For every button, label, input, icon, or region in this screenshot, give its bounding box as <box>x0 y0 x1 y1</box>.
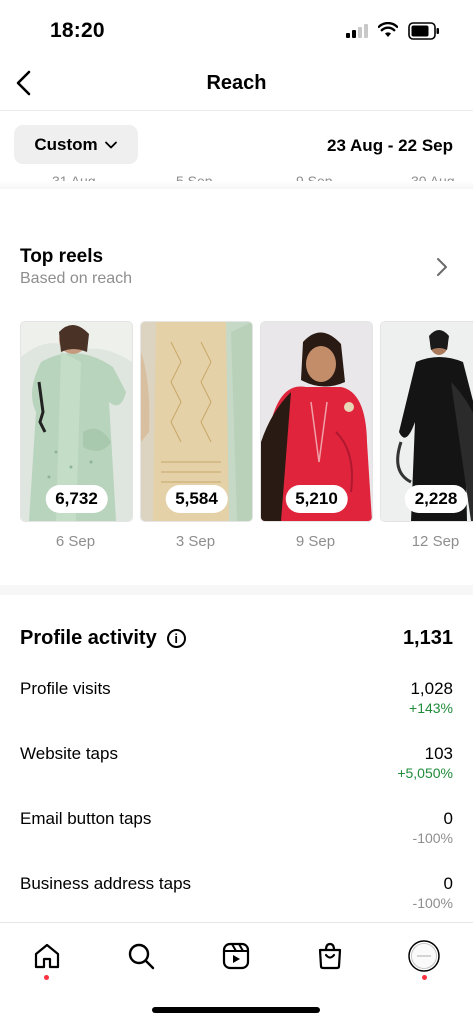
reel-reach-count: 5,210 <box>285 485 348 513</box>
metric-change: -100% <box>412 895 453 911</box>
top-reels-subtitle: Based on reach <box>20 270 133 287</box>
reels-icon <box>222 942 250 970</box>
metric-value: 0 <box>443 809 453 828</box>
metric-change: -100% <box>412 830 453 846</box>
date-filter-dropdown[interactable]: Custom <box>14 125 138 164</box>
date-range-text: 23 Aug - 22 Sep <box>327 136 453 155</box>
metric-value: 103 <box>424 744 453 763</box>
reel-date: 9 Sep <box>295 533 336 550</box>
reel-thumbnail[interactable]: 6,732 <box>20 321 133 522</box>
notification-dot <box>422 975 427 980</box>
nav-profile[interactable] <box>404 939 444 973</box>
profile-activity-total: 1,131 <box>402 627 453 649</box>
metric-change: +143% <box>409 700 453 716</box>
metric-label: Website taps <box>20 744 118 763</box>
info-icon[interactable]: i <box>166 629 186 648</box>
scroll-shadow <box>0 181 473 189</box>
status-time: 18:20 <box>50 19 105 42</box>
chevron-down-icon <box>104 141 117 148</box>
nav-home[interactable] <box>27 939 67 973</box>
profile-avatar <box>408 940 440 972</box>
header-divider <box>0 110 473 111</box>
reel-reach-count: 6,732 <box>45 485 108 513</box>
notification-dot <box>44 975 49 980</box>
metric-value: 0 <box>443 874 453 893</box>
wifi-icon <box>378 22 398 37</box>
search-icon <box>128 943 155 970</box>
top-reels-title: Top reels <box>20 246 104 267</box>
reel-thumbnail[interactable]: 2,228 <box>380 321 473 522</box>
cellular-signal-icon <box>346 24 368 38</box>
reel-reach-count: 2,228 <box>404 485 468 513</box>
section-separator <box>0 585 473 595</box>
nav-search[interactable] <box>121 939 161 973</box>
reel-date: 12 Sep <box>411 533 460 550</box>
metric-label: Profile visits <box>20 679 111 698</box>
home-indicator <box>152 1007 320 1013</box>
profile-activity-title: Profile activity <box>20 627 157 649</box>
battery-icon <box>408 22 439 40</box>
page-title: Reach <box>206 72 267 94</box>
metric-change: +5,050% <box>397 765 453 781</box>
reel-reach-count: 5,584 <box>165 485 228 513</box>
reel-thumbnail[interactable]: 5,584 <box>140 321 253 522</box>
home-icon <box>34 943 60 969</box>
reel-date: 3 Sep <box>175 533 216 550</box>
metric-value: 1,028 <box>410 679 453 698</box>
date-filter-label: Custom <box>34 134 98 154</box>
reel-date: 6 Sep <box>55 533 96 550</box>
nav-reels[interactable] <box>216 939 256 973</box>
shop-icon <box>318 942 342 970</box>
chevron-right-icon[interactable] <box>436 257 448 277</box>
profile-activity-header: Profile activity i <box>20 627 186 650</box>
reel-thumbnail[interactable]: 5,210 <box>260 321 373 522</box>
metric-label: Business address taps <box>20 874 192 893</box>
nav-shop[interactable] <box>310 939 350 973</box>
metric-label: Email button taps <box>20 809 152 828</box>
